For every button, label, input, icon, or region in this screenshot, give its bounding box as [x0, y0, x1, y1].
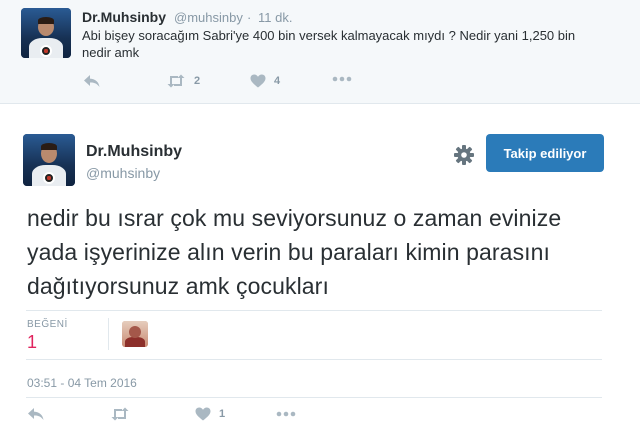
following-button[interactable]: Takip ediliyor	[486, 134, 604, 172]
reply-icon	[84, 75, 100, 87]
like-count: 4	[274, 75, 281, 87]
divider	[26, 359, 602, 360]
author-handle[interactable]: @muhsinby	[86, 165, 160, 181]
like-button[interactable]: 1	[195, 407, 225, 421]
like-button[interactable]: 4	[250, 74, 280, 88]
more-icon	[276, 411, 296, 417]
more-button[interactable]	[332, 75, 352, 83]
like-count: 1	[219, 408, 226, 420]
more-button[interactable]	[276, 410, 296, 418]
divider	[26, 310, 602, 311]
more-icon	[332, 76, 352, 82]
tweet-time[interactable]: 11 dk.	[258, 10, 292, 25]
likes-label: BEĞENİ	[27, 319, 68, 330]
retweet-icon	[111, 407, 129, 421]
divider	[108, 318, 109, 350]
tweet-timestamp[interactable]: 03:51 - 04 Tem 2016	[27, 376, 137, 390]
avatar[interactable]	[21, 8, 71, 58]
heart-icon	[250, 74, 266, 88]
reply-button[interactable]	[83, 74, 101, 88]
author-handle[interactable]: @muhsinby	[174, 10, 243, 25]
liker-avatar[interactable]	[122, 321, 148, 347]
retweet-button[interactable]: 2	[166, 74, 200, 88]
retweet-icon	[167, 74, 185, 88]
reply-button[interactable]	[27, 407, 45, 421]
retweet-count: 2	[194, 75, 201, 87]
retweet-button[interactable]	[110, 407, 130, 421]
parent-tweet[interactable]: Dr.Muhsinby @muhsinby · 11 dk. Abi bişey…	[0, 0, 640, 104]
likes-count[interactable]: 1	[27, 332, 37, 353]
gear-icon	[454, 145, 474, 165]
heart-icon	[195, 407, 211, 421]
reply-icon	[28, 408, 44, 420]
tweet-text: nedir bu ısrar çok mu seviyorsunuz o zam…	[27, 205, 562, 299]
separator-dot: ·	[247, 10, 252, 25]
tweet-text: Abi bişey soracağım Sabri'ye 400 bin ver…	[82, 28, 576, 60]
avatar[interactable]	[23, 134, 75, 186]
divider	[26, 397, 602, 398]
author-name[interactable]: Dr.Muhsinby	[86, 143, 182, 161]
author-name[interactable]: Dr.Muhsinby	[82, 9, 166, 25]
settings-button[interactable]	[453, 144, 475, 166]
